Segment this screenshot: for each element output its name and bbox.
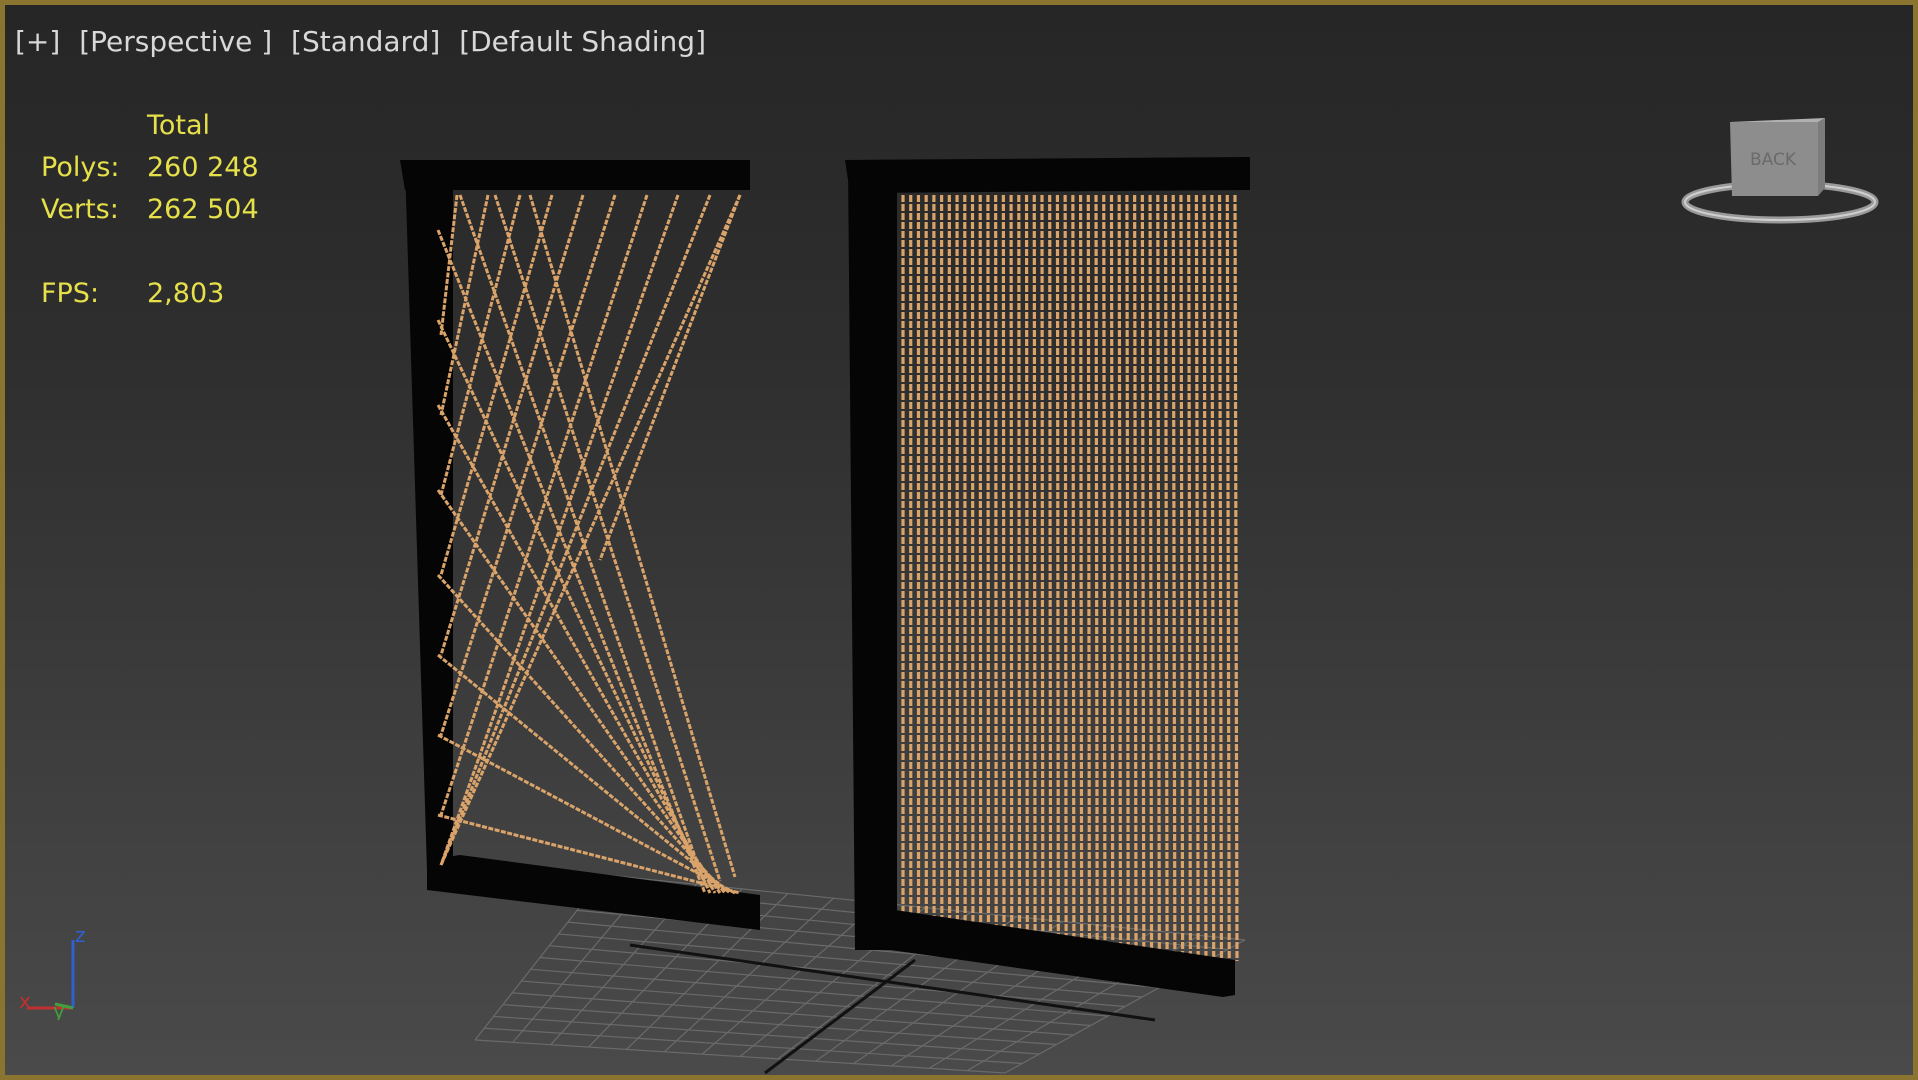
right-vertical-ropes (901, 194, 1239, 962)
rope-diagonal (439, 194, 712, 866)
rope-vertical (1001, 194, 1006, 928)
rope-vertical (1202, 194, 1208, 957)
rope-vertical (1055, 194, 1060, 936)
rope-vertical (1109, 194, 1115, 944)
rope-vertical (1163, 194, 1169, 951)
viewport-general-menu[interactable]: [+] (15, 25, 60, 58)
rope-diagonal (598, 194, 742, 561)
rope-vertical (1140, 194, 1146, 948)
viewport-shading-menu[interactable]: [Default Shading] (459, 25, 706, 58)
rope-vertical (1217, 194, 1224, 959)
rope-diagonal (439, 194, 742, 866)
grid-line (502, 1004, 1057, 1046)
rope-vertical (1024, 194, 1029, 931)
rope-vertical (1179, 194, 1185, 954)
verts-label: Verts: (41, 194, 119, 225)
rope-diagonal (439, 194, 585, 656)
grid-line (530, 968, 1108, 1017)
scene-3d-view[interactable] (5, 5, 1913, 1075)
rope-vertical (1233, 194, 1239, 962)
rope-vertical (1225, 194, 1231, 960)
viewport-label-menu: [+] [Perspective ] [Standard] [Default S… (15, 25, 716, 58)
rope-vertical (986, 194, 991, 926)
rope-vertical (1009, 194, 1014, 929)
verts-value: 262 504 (147, 194, 259, 225)
rope-vertical (1048, 194, 1053, 935)
grid-line (512, 992, 1074, 1036)
axis-tripod-icon: z x y (19, 923, 86, 1020)
rope-vertical (1125, 194, 1130, 946)
viewcube-icon[interactable]: BACK (1675, 110, 1885, 230)
rope-vertical (1171, 194, 1177, 953)
grid-line (521, 980, 1091, 1027)
rope-diagonal (439, 194, 617, 736)
viewcube-face-label: BACK (1750, 150, 1797, 170)
fps-value: 2,803 (147, 278, 225, 309)
left-frame-post (405, 165, 453, 870)
rope-vertical (1210, 194, 1216, 958)
viewport-standard-menu[interactable]: [Standard] (291, 25, 440, 58)
rope-vertical (1078, 194, 1084, 939)
left-rope-screen[interactable] (400, 160, 760, 930)
rope-vertical (1117, 194, 1123, 945)
rope-vertical (1148, 194, 1154, 949)
right-frame-top-bar (845, 157, 1250, 193)
fps-label: FPS: (41, 278, 100, 309)
rope-vertical (1040, 194, 1045, 934)
rope-vertical (1086, 194, 1092, 940)
rope-vertical (1194, 194, 1200, 956)
stats-header: Total (147, 110, 211, 141)
rope-vertical (1063, 194, 1068, 937)
right-frame-post (848, 163, 897, 950)
rope-vertical (1094, 194, 1099, 941)
axis-z-label: z (75, 923, 86, 947)
right-rope-screen[interactable] (845, 157, 1250, 997)
polys-label: Polys: (41, 152, 120, 183)
rope-vertical (1032, 194, 1037, 932)
axis-y-label: y (53, 999, 65, 1020)
rope-vertical (1017, 194, 1022, 930)
rope-vertical (1133, 194, 1138, 947)
left-diagonal-ropes (436, 194, 742, 895)
rope-vertical (1102, 194, 1107, 943)
axis-x-label: x (19, 989, 31, 1013)
rope-vertical (1071, 194, 1076, 938)
rope-vertical (1187, 194, 1192, 955)
grid-line (493, 1015, 1040, 1055)
polys-value: 260 248 (147, 152, 259, 183)
perspective-viewport[interactable]: [+] [Perspective ] [Standard] [Default S… (0, 0, 1918, 1080)
viewcube-side-face[interactable] (1818, 118, 1825, 196)
rope-diagonal (439, 194, 649, 816)
viewport-point-of-view-menu[interactable]: [Perspective ] (79, 25, 272, 58)
rope-vertical (1156, 194, 1161, 950)
rope-vertical (994, 194, 998, 927)
grid-axis-y (764, 958, 916, 1075)
